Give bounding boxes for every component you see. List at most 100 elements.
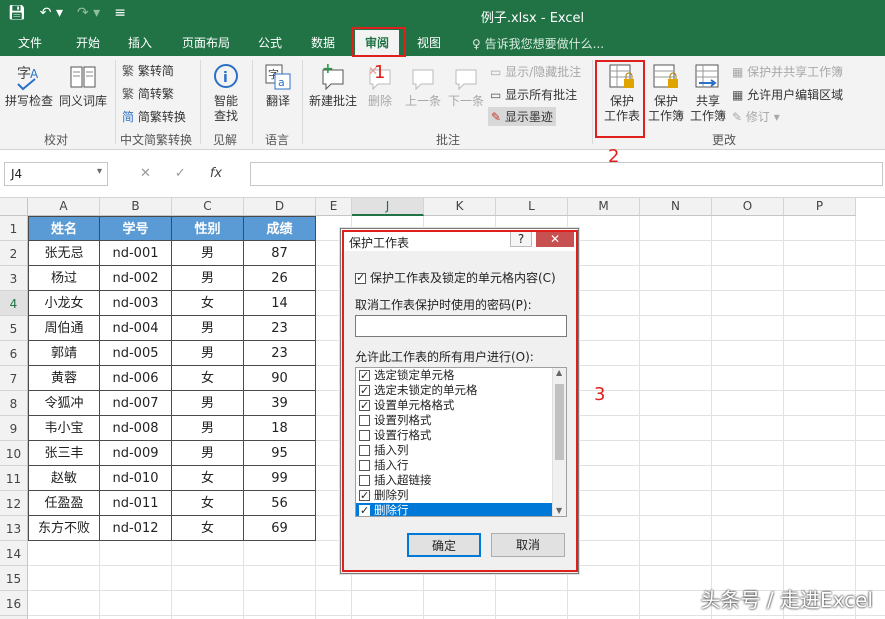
column-header-b[interactable]: B (100, 198, 172, 216)
allow-edit-ranges-button[interactable]: ▦ 允许用户编辑区域 (732, 86, 843, 103)
table-cell-name[interactable]: 任盈盈 (28, 491, 100, 516)
simp-to-trad-button[interactable]: 繁 简转繁 (122, 85, 174, 102)
table-cell-id[interactable]: nd-004 (100, 316, 172, 341)
row-header-11[interactable]: 11 (0, 466, 28, 491)
table-cell-score[interactable]: 26 (244, 266, 316, 291)
table-cell-id[interactable]: nd-010 (100, 466, 172, 491)
table-cell-gender[interactable]: 男 (172, 391, 244, 416)
row-header-12[interactable]: 12 (0, 491, 28, 516)
row-header-4[interactable]: 4 (0, 291, 28, 316)
table-cell-gender[interactable]: 女 (172, 466, 244, 491)
table-cell-id[interactable]: nd-008 (100, 416, 172, 441)
column-header-k[interactable]: K (424, 198, 496, 216)
table-cell-score[interactable]: 23 (244, 341, 316, 366)
table-cell-id[interactable]: nd-002 (100, 266, 172, 291)
row-header-5[interactable]: 5 (0, 316, 28, 341)
table-cell-gender[interactable]: 女 (172, 366, 244, 391)
row-header-2[interactable]: 2 (0, 241, 28, 266)
tab-data[interactable]: 数据 (311, 34, 335, 51)
table-cell-score[interactable]: 39 (244, 391, 316, 416)
new-comment-button[interactable]: + 新建批注 (306, 62, 360, 109)
table-cell-id[interactable]: nd-012 (100, 516, 172, 541)
column-header-c[interactable]: C (172, 198, 244, 216)
table-cell-name[interactable]: 黄蓉 (28, 366, 100, 391)
table-cell-score[interactable]: 87 (244, 241, 316, 266)
confirm-entry-icon[interactable]: ✓ (175, 166, 186, 181)
table-cell-name[interactable]: 杨过 (28, 266, 100, 291)
table-cell-id[interactable]: nd-003 (100, 291, 172, 316)
column-header-j[interactable]: J (352, 198, 424, 216)
row-header-3[interactable]: 3 (0, 266, 28, 291)
table-cell-score[interactable]: 95 (244, 441, 316, 466)
name-box[interactable]: J4 ▾ (4, 162, 108, 186)
column-header-e[interactable]: E (316, 198, 352, 216)
table-cell-score[interactable]: 18 (244, 416, 316, 441)
table-cell-id[interactable]: nd-009 (100, 441, 172, 466)
tab-page-layout[interactable]: 页面布局 (182, 34, 230, 51)
row-header-8[interactable]: 8 (0, 391, 28, 416)
table-cell-gender[interactable]: 男 (172, 316, 244, 341)
table-cell-gender[interactable]: 男 (172, 441, 244, 466)
smart-lookup-button[interactable]: i 智能 查找 (206, 62, 246, 124)
tab-insert[interactable]: 插入 (128, 34, 152, 51)
tell-me-search[interactable]: ♀ 告诉我您想要做什么... (472, 35, 604, 52)
share-workbook-button[interactable]: 共享 工作簿 (688, 62, 728, 124)
column-header-o[interactable]: O (712, 198, 784, 216)
table-cell-score[interactable]: 90 (244, 366, 316, 391)
table-cell-gender[interactable]: 女 (172, 291, 244, 316)
trad-to-simp-button[interactable]: 繁 繁转简 (122, 62, 174, 79)
table-cell-score[interactable]: 99 (244, 466, 316, 491)
insert-function-icon[interactable]: fx (210, 166, 222, 181)
show-hide-comment-button[interactable]: ▭ 显示/隐藏批注 (490, 63, 581, 80)
table-cell-id[interactable]: nd-006 (100, 366, 172, 391)
table-cell-id[interactable]: nd-007 (100, 391, 172, 416)
table-cell-id[interactable]: nd-001 (100, 241, 172, 266)
row-header-9[interactable]: 9 (0, 416, 28, 441)
show-ink-button[interactable]: ✎ 显示墨迹 (488, 107, 556, 126)
table-cell-name[interactable]: 郭靖 (28, 341, 100, 366)
table-header-id[interactable]: 学号 (100, 216, 172, 241)
tab-file[interactable]: 文件 (18, 34, 42, 51)
track-changes-button[interactable]: ✎ 修订 ▾ (732, 108, 780, 125)
column-header-p[interactable]: P (784, 198, 856, 216)
table-cell-name[interactable]: 东方不败 (28, 516, 100, 541)
table-cell-gender[interactable]: 男 (172, 416, 244, 441)
table-cell-name[interactable]: 小龙女 (28, 291, 100, 316)
table-cell-id[interactable]: nd-005 (100, 341, 172, 366)
translate-button[interactable]: 字a 翻译 (258, 62, 298, 109)
select-all-corner[interactable] (0, 198, 28, 216)
previous-comment-button[interactable]: 上一条 (402, 62, 444, 109)
row-header-14[interactable]: 14 (0, 541, 28, 566)
row-header-10[interactable]: 10 (0, 441, 28, 466)
tab-formulas[interactable]: 公式 (258, 34, 282, 51)
row-header-7[interactable]: 7 (0, 366, 28, 391)
column-header-d[interactable]: D (244, 198, 316, 216)
table-cell-gender[interactable]: 男 (172, 266, 244, 291)
table-cell-gender[interactable]: 女 (172, 516, 244, 541)
column-header-n[interactable]: N (640, 198, 712, 216)
row-header-6[interactable]: 6 (0, 341, 28, 366)
row-header-1[interactable]: 1 (0, 216, 28, 241)
table-cell-score[interactable]: 69 (244, 516, 316, 541)
column-header-l[interactable]: L (496, 198, 568, 216)
next-comment-button[interactable]: 下一条 (446, 62, 486, 109)
table-cell-name[interactable]: 赵敏 (28, 466, 100, 491)
thesaurus-button[interactable]: 同义词库 (56, 62, 110, 109)
row-header-16[interactable]: 16 (0, 591, 28, 616)
table-cell-name[interactable]: 令狐冲 (28, 391, 100, 416)
table-cell-name[interactable]: 韦小宝 (28, 416, 100, 441)
show-all-comments-button[interactable]: ▭ 显示所有批注 (490, 86, 577, 103)
table-cell-score[interactable]: 23 (244, 316, 316, 341)
table-cell-name[interactable]: 周伯通 (28, 316, 100, 341)
table-header-gender[interactable]: 性别 (172, 216, 244, 241)
protect-workbook-button[interactable]: 保护 工作簿 (646, 62, 686, 124)
tab-home[interactable]: 开始 (76, 34, 100, 51)
table-cell-gender[interactable]: 男 (172, 341, 244, 366)
row-header-13[interactable]: 13 (0, 516, 28, 541)
tab-view[interactable]: 视图 (417, 34, 441, 51)
table-cell-gender[interactable]: 女 (172, 491, 244, 516)
table-header-score[interactable]: 成绩 (244, 216, 316, 241)
table-cell-score[interactable]: 56 (244, 491, 316, 516)
protect-share-workbook-button[interactable]: ▦ 保护并共享工作簿 (732, 63, 843, 80)
cancel-entry-icon[interactable]: ✕ (140, 166, 151, 181)
